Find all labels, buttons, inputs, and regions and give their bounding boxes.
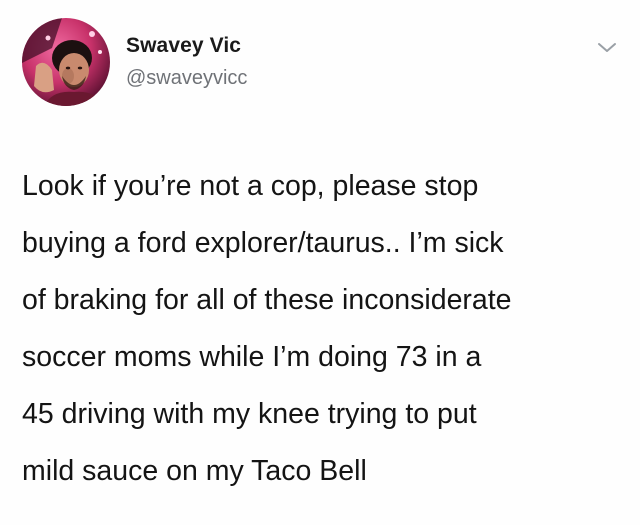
chevron-down-icon[interactable] xyxy=(596,40,618,56)
tweet-text-line: Look if you’re not a cop, please stop xyxy=(22,170,479,202)
tweet-text-line: of braking for all of these inconsiderat… xyxy=(22,284,512,316)
author-handle[interactable]: @swaveyvicc xyxy=(126,67,247,90)
tweet-text-line: mild sauce on my Taco Bell xyxy=(22,455,367,487)
tweet-card: Swavey Vic @swaveyvicc Look if you’re no… xyxy=(0,0,640,525)
tweet-text-line: buying a ford explorer/taurus.. I’m sick xyxy=(22,227,504,259)
author-display-name[interactable]: Swavey Vic xyxy=(126,34,241,58)
profile-photo-icon xyxy=(22,18,110,106)
avatar[interactable] xyxy=(22,18,110,106)
tweet-text-line: 45 driving with my knee trying to put xyxy=(22,398,477,430)
tweet-text-line: soccer moms while I’m doing 73 in a xyxy=(22,341,482,373)
tweet-text: Look if you’re not a cop, please stop bu… xyxy=(22,158,622,500)
